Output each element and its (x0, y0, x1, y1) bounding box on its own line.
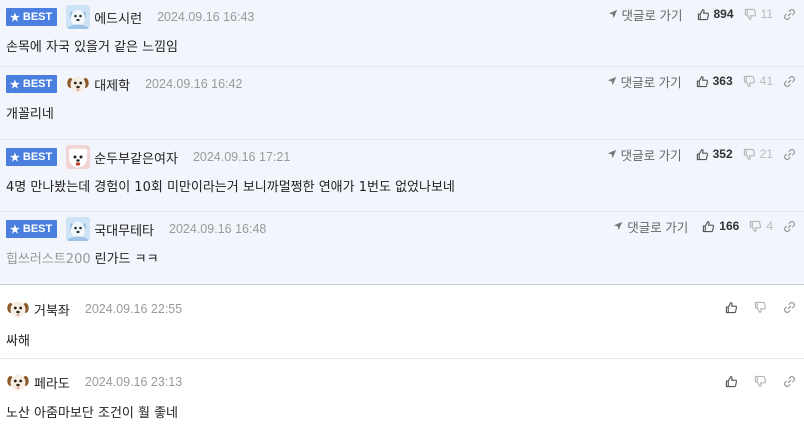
thumb-down-icon (749, 220, 762, 233)
comment-author[interactable]: 국대무테타 (94, 220, 154, 239)
comment-header: ★ BEST 국대무테타 2024.09.16 16:48 (6, 216, 266, 242)
dislike-count: 21 (759, 147, 773, 161)
comment-item: ★ BEST 에드시런 2024.09.16 16:43 댓글로 가기 894 1… (0, 0, 804, 67)
comment-actions: 댓글로 가기 352 21 (607, 145, 796, 163)
reply-arrow-icon (608, 9, 618, 19)
blue-dog-icon[interactable] (66, 5, 90, 29)
comment-date: 2024.09.16 22:55 (84, 302, 183, 316)
comment-date: 2024.09.16 16:42 (145, 77, 243, 91)
star-icon: ★ (10, 151, 20, 164)
comment-text: 손목에 자국 있을거 같은 느낌임 (6, 40, 179, 55)
puppy-icon[interactable] (66, 72, 90, 96)
thumb-up-icon (725, 301, 738, 314)
comment-author[interactable]: 거북좌 (34, 300, 70, 319)
like-count: 894 (713, 7, 734, 21)
comment-item: ★ BEST 대제학 2024.09.16 16:42 댓글로 가기 363 41… (0, 67, 804, 140)
like-button[interactable]: 363 (696, 74, 733, 88)
thumb-down-icon (743, 75, 756, 88)
comment-item: 거북좌 2024.09.16 22:55 싸해 (0, 285, 804, 359)
puppy-icon[interactable] (6, 370, 30, 394)
comment-item: ★ BEST 국대무테타 2024.09.16 16:48 댓글로 가기 166 … (0, 212, 804, 285)
comment-author[interactable]: 대제학 (94, 75, 130, 94)
comment-item: 페라도 2024.09.16 23:13 노산 아줌마보단 조건이 훨 좋네 (0, 359, 804, 433)
blue-dog-icon[interactable] (66, 217, 90, 241)
comment-text: 개꼴리네 (6, 107, 54, 122)
comment-header: ★ BEST 순두부같은여자 2024.09.16 17:21 (6, 144, 290, 170)
link-icon[interactable] (783, 148, 796, 161)
comment-date: 2024.09.16 16:43 (157, 10, 255, 24)
thumb-up-icon (725, 375, 738, 388)
comment-actions: 댓글로 가기 894 11 (608, 5, 796, 23)
reply-link[interactable]: 댓글로 가기 (607, 72, 682, 91)
thumb-up-icon (696, 148, 709, 161)
comment-author[interactable]: 에드시런 (94, 8, 142, 27)
thumb-up-icon (697, 8, 710, 21)
thumb-down-icon (744, 8, 757, 21)
star-icon: ★ (10, 78, 20, 91)
comment-text: 4명 만나봤는데 경험이 10회 미만이라는거 보니까멀쩡한 연애가 1번도 없… (6, 180, 455, 195)
comment-item: ★ BEST 순두부같은여자 2024.09.16 17:21 댓글로 가기 35… (0, 140, 804, 212)
comment-author[interactable]: 페라도 (34, 373, 70, 392)
comment-header: 페라도 2024.09.16 23:13 (6, 369, 182, 395)
comment-text: 노산 아줌마보단 조건이 훨 좋네 (6, 406, 179, 421)
star-icon: ★ (10, 11, 20, 24)
like-button[interactable]: 166 (702, 219, 739, 233)
comment-header: ★ BEST 에드시런 2024.09.16 16:43 (6, 4, 254, 30)
reply-link[interactable]: 댓글로 가기 (608, 5, 683, 24)
thumb-up-icon (702, 220, 715, 233)
dislike-button[interactable]: 4 (749, 219, 773, 233)
dislike-count: 41 (759, 74, 773, 88)
comment-date: 2024.09.16 23:13 (84, 375, 183, 389)
comment-date: 2024.09.16 17:21 (192, 150, 291, 164)
comment-text-content: 린가드 ㅋㅋ (94, 252, 159, 267)
reply-link[interactable]: 댓글로 가기 (613, 217, 688, 236)
like-button[interactable]: 894 (697, 7, 734, 21)
comment-actions (725, 372, 796, 390)
thumb-down-icon (754, 301, 767, 314)
reply-arrow-icon (613, 221, 623, 231)
reply-arrow-icon (607, 76, 617, 86)
like-button[interactable] (725, 301, 738, 314)
thumb-down-icon (754, 375, 767, 388)
best-badge: ★ BEST (6, 8, 58, 26)
like-count: 352 (712, 147, 733, 161)
comment-header: ★ BEST 대제학 2024.09.16 16:42 (6, 71, 242, 97)
link-icon[interactable] (783, 75, 796, 88)
link-icon[interactable] (783, 220, 796, 233)
white-dog-icon[interactable] (66, 145, 90, 169)
reply-link[interactable]: 댓글로 가기 (607, 145, 682, 164)
dislike-button[interactable]: 21 (743, 147, 773, 161)
dislike-button[interactable]: 11 (744, 7, 773, 21)
like-button[interactable]: 352 (696, 147, 733, 161)
comment-actions: 댓글로 가기 166 4 (613, 217, 796, 235)
best-badge: ★ BEST (6, 220, 58, 238)
best-badge: ★ BEST (6, 148, 58, 166)
comment-author[interactable]: 순두부같은여자 (94, 148, 178, 167)
like-count: 363 (712, 74, 733, 88)
reply-target-tag[interactable]: 힙쓰러스트200 (6, 252, 91, 267)
dislike-button[interactable]: 41 (743, 74, 773, 88)
comment-text: 싸해 (6, 334, 30, 349)
dislike-button[interactable] (754, 301, 767, 314)
link-icon[interactable] (783, 375, 796, 388)
dislike-count: 11 (760, 7, 773, 21)
reply-arrow-icon (607, 149, 617, 159)
comment-actions: 댓글로 가기 363 41 (607, 72, 796, 90)
comment-date: 2024.09.16 16:48 (169, 222, 267, 236)
link-icon[interactable] (783, 8, 796, 21)
like-button[interactable] (725, 375, 738, 388)
puppy-icon[interactable] (6, 297, 30, 321)
best-badge: ★ BEST (6, 75, 58, 93)
like-count: 166 (719, 219, 740, 233)
comment-actions (725, 298, 796, 316)
comment-text: 힙쓰러스트200 린가드 ㅋㅋ (6, 248, 159, 267)
dislike-button[interactable] (754, 375, 767, 388)
thumb-up-icon (696, 75, 709, 88)
dislike-count: 4 (766, 219, 773, 233)
link-icon[interactable] (783, 301, 796, 314)
thumb-down-icon (743, 148, 756, 161)
star-icon: ★ (10, 223, 20, 236)
comment-header: 거북좌 2024.09.16 22:55 (6, 296, 182, 322)
